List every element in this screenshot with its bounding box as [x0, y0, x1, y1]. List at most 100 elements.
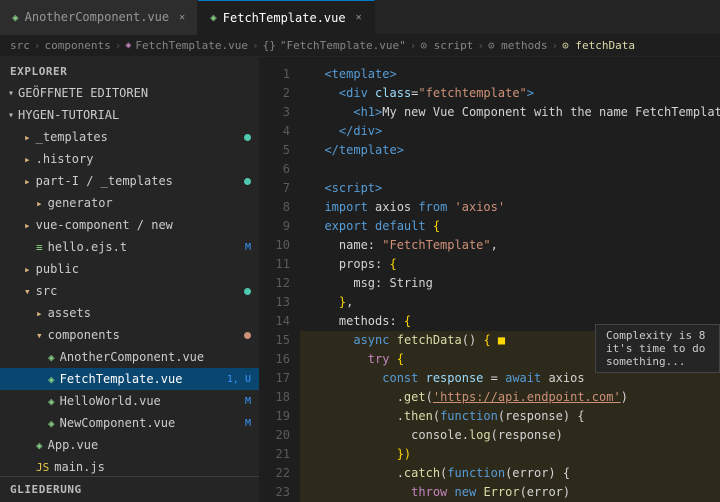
bc-sep3: › — [252, 39, 259, 52]
tree-item-templates[interactable]: ▸ _templates — [0, 126, 259, 148]
vue-icon-hello: ◈ — [48, 395, 55, 408]
folder-icon: ▸ — [24, 131, 31, 144]
tree-item-vuecomp[interactable]: ▸ vue-component / new — [0, 214, 259, 236]
bc-components: components — [45, 39, 111, 52]
bc-script: ⊙ script — [420, 39, 473, 52]
tree-item-hello[interactable]: ≡ hello.ejs.t M — [0, 236, 259, 258]
project-label: HYGEN-TUTORIAL — [18, 108, 119, 122]
tab-bar: ◈ AnotherComponent.vue ✕ ◈ FetchTemplate… — [0, 0, 720, 35]
file-icon-hello: ≡ — [36, 241, 43, 254]
tree-item-history[interactable]: ▸ .history — [0, 148, 259, 170]
code-line: <h1>My new Vue Component with the name F… — [300, 103, 720, 122]
bc-quoted: "FetchTemplate.vue" — [280, 39, 406, 52]
folder-icon-part1: ▸ — [24, 175, 31, 188]
tree-item-components[interactable]: ▾ components — [0, 324, 259, 346]
code-line: .catch(function(error) { — [300, 464, 720, 483]
vue-icon-fetch: ◈ — [48, 373, 55, 386]
line-numbers: 1234567891011121314151617181920212223242… — [260, 57, 300, 502]
tree-item-newcomp[interactable]: ◈ NewComponent.vue M — [0, 412, 259, 434]
project-arrow: ▾ — [8, 110, 14, 121]
bc-sep6: › — [552, 39, 559, 52]
code-line: .get('https://api.endpoint.com') — [300, 388, 720, 407]
tab-label: AnotherComponent.vue — [25, 10, 170, 24]
badge-newcomp: M — [245, 418, 259, 429]
code-line: <script> — [300, 179, 720, 198]
code-line — [300, 160, 720, 179]
tree-item-app[interactable]: ◈ App.vue — [0, 434, 259, 456]
tree-item-label: _templates — [36, 130, 108, 144]
tree-item-label-helloworld: HelloWorld.vue — [60, 394, 161, 408]
tree-item-part1[interactable]: ▸ part-I / _templates — [0, 170, 259, 192]
dot-badge — [244, 134, 251, 141]
tree-item-generator[interactable]: ▸ generator — [0, 192, 259, 214]
bc-methods: ⊙ methods — [488, 39, 548, 52]
js-icon-main: JS — [36, 461, 49, 474]
tree-item-label-mainjs: main.js — [54, 460, 105, 474]
vue-icon-new: ◈ — [48, 417, 55, 430]
badge-fetch: 1, U — [227, 374, 259, 385]
bc-fetchdata: ⊙ fetchData — [562, 39, 635, 52]
tab-fetchtemplate[interactable]: ◈ FetchTemplate.vue ✕ — [198, 0, 374, 35]
code-line: props: { — [300, 255, 720, 274]
vue-icon-another: ◈ — [48, 351, 55, 364]
badge-helloworld: M — [245, 396, 259, 407]
code-line: async fetchData() { ■ — [300, 331, 720, 350]
project-section[interactable]: ▾ HYGEN-TUTORIAL — [0, 104, 259, 126]
code-line: const response = await axios — [300, 369, 720, 388]
bc-file: FetchTemplate.vue — [135, 39, 248, 52]
tree-item-label-assets: assets — [48, 306, 91, 320]
folder-icon-components: ▾ — [36, 329, 43, 342]
code-line: import axios from 'axios' — [300, 198, 720, 217]
tree-item-label-fetch: FetchTemplate.vue — [60, 372, 183, 386]
breadcrumb: src › components › ◈ FetchTemplate.vue ›… — [0, 35, 720, 57]
open-editors-section[interactable]: ▾ GEÖFFNETE EDITOREN — [0, 82, 259, 104]
tab-label-active: FetchTemplate.vue — [223, 11, 346, 25]
tree-item-src[interactable]: ▾ src — [0, 280, 259, 302]
bc-sep5: › — [477, 39, 484, 52]
tree-item-assets[interactable]: ▸ assets — [0, 302, 259, 324]
tree-item-public[interactable]: ▸ public — [0, 258, 259, 280]
tree-item-label-vuecomp: vue-component / new — [36, 218, 173, 232]
tree-item-label-app: App.vue — [48, 438, 99, 452]
code-line: try { — [300, 350, 720, 369]
code-line: </div> — [300, 122, 720, 141]
code-line: </template> — [300, 141, 720, 160]
outline-header: GLIEDERUNG — [0, 476, 259, 502]
code-line: export default { — [300, 217, 720, 236]
dot-badge-part1 — [244, 178, 251, 185]
folder-icon-generator: ▸ — [36, 197, 43, 210]
tree-item-fetchtemplate[interactable]: ◈ FetchTemplate.vue 1, U — [0, 368, 259, 390]
tree-item-label-src: src — [36, 284, 58, 298]
folder-icon-public: ▸ — [24, 263, 31, 276]
bc-sep4: › — [410, 39, 417, 52]
badge-hello: M — [245, 242, 259, 253]
tree-item-another[interactable]: ◈ AnotherComponent.vue — [0, 346, 259, 368]
vue-icon-active: ◈ — [210, 11, 217, 24]
editor-area: 1234567891011121314151617181920212223242… — [260, 57, 720, 502]
tree-item-label-hello: hello.ejs.t — [48, 240, 127, 254]
tree-item-label-newcomp: NewComponent.vue — [60, 416, 176, 430]
bc-sep2: › — [115, 39, 122, 52]
code-line: }, — [300, 293, 720, 312]
code-line: <div class="fetchtemplate"> — [300, 84, 720, 103]
folder-icon-history: ▸ — [24, 153, 31, 166]
code-editor[interactable]: <template> <div class="fetchtemplate"> <… — [300, 57, 720, 502]
code-line: <template> — [300, 65, 720, 84]
folder-icon-src: ▾ — [24, 285, 31, 298]
vue-icon: ◈ — [12, 11, 19, 24]
dot-orange-components — [244, 332, 251, 339]
main-layout: EXPLORER ▾ GEÖFFNETE EDITOREN ▾ HYGEN-TU… — [0, 57, 720, 502]
tab-anothercomponent[interactable]: ◈ AnotherComponent.vue ✕ — [0, 0, 198, 35]
tree-item-label-components: components — [48, 328, 120, 342]
sidebar-content: ▾ GEÖFFNETE EDITOREN ▾ HYGEN-TUTORIAL ▸ … — [0, 82, 259, 476]
tab-close-active[interactable]: ✕ — [356, 12, 362, 23]
tab-close[interactable]: ✕ — [179, 12, 185, 23]
code-line: name: "FetchTemplate", — [300, 236, 720, 255]
tree-item-helloworld[interactable]: ◈ HelloWorld.vue M — [0, 390, 259, 412]
bc-file-icon: ◈ — [125, 40, 131, 51]
folder-icon-vuecomp: ▸ — [24, 219, 31, 232]
tree-item-mainjs[interactable]: JS main.js — [0, 456, 259, 476]
bc-src: src — [10, 39, 30, 52]
code-container: 1234567891011121314151617181920212223242… — [260, 57, 720, 502]
sidebar-header: EXPLORER — [0, 57, 259, 82]
